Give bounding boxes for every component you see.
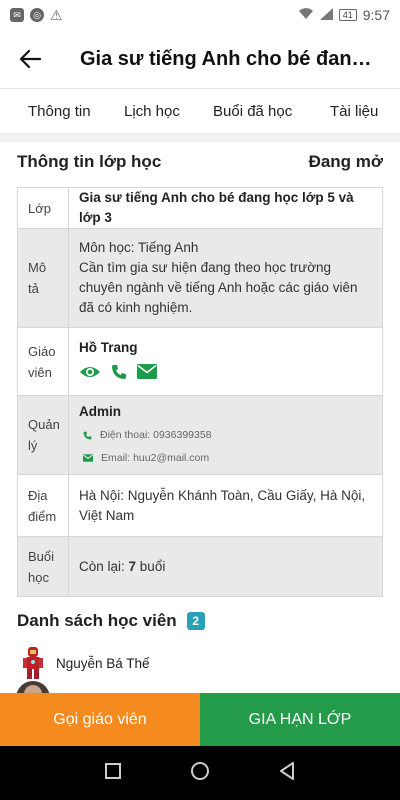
manager-phone: Điện thoại: 0936399358 [100, 429, 212, 441]
teacher-cell: Hồ Trang [69, 328, 382, 395]
eye-icon [80, 366, 100, 377]
tab-tai-lieu[interactable]: Tài liệu [330, 103, 378, 120]
location-value: Hà Nội: Nguyễn Khánh Toàn, Cầu Giấy, Hà … [79, 487, 366, 523]
class-info-title: Thông tin lớp học [17, 152, 162, 171]
view-teacher-button[interactable] [79, 365, 101, 385]
call-teacher-icon-button[interactable] [111, 364, 127, 386]
triangle-back-icon [280, 761, 295, 780]
tab-buoi-da-hoc[interactable]: Buổi đã học [213, 103, 292, 120]
row-dia-diem: Địa điểm Hà Nội: Nguyễn Khánh Toàn, Cầu … [18, 474, 382, 536]
subject-text: Môn học: Tiếng Anh [79, 240, 199, 255]
class-name-value: Gia sư tiếng Anh cho bé đang học lớp 5 v… [79, 190, 354, 225]
action-bar: Gọi giáo viên GIA HẠN LỚP [0, 693, 400, 746]
row-label: Lớp [18, 188, 69, 228]
tab-bar: Thông tin Lịch học Buổi đã học Tài liệu [0, 88, 400, 134]
class-info-heading: Thông tin lớp học Đang mở [17, 152, 383, 172]
row-giao-vien: Giáo viên Hồ Trang [18, 327, 382, 395]
back-button[interactable] [14, 43, 46, 75]
sessions-suffix: buổi [136, 558, 166, 574]
manager-cell: Admin Điện thoại: 0936399358 Email: huu2… [69, 396, 382, 474]
wifi-icon [298, 7, 314, 23]
back-nav-button[interactable] [279, 761, 295, 785]
call-teacher-button[interactable]: Gọi giáo viên [0, 693, 200, 746]
row-label: Giáo viên [18, 328, 69, 395]
manager-name: Admin [79, 404, 121, 419]
sessions-prefix: Còn lại: [79, 558, 129, 574]
row-label: Địa điểm [18, 475, 69, 536]
tab-thong-tin[interactable]: Thông tin [28, 103, 91, 120]
section-divider [0, 134, 400, 142]
row-mo-ta: Mô tả Môn học: Tiếng Anh Cần tìm gia sư … [18, 228, 382, 327]
avatar [23, 647, 43, 679]
manager-email: Email: huu2@mail.com [101, 452, 210, 464]
square-icon [104, 762, 121, 779]
status-bar: ✉ ◎ ⚠ 41 9:57 [0, 0, 400, 30]
class-status: Đang mở [308, 152, 383, 171]
sessions-cell: Còn lại: 7 buổi [69, 537, 382, 596]
list-item[interactable]: Nguyễn Bá Thế [22, 647, 150, 679]
recents-button[interactable] [104, 762, 121, 784]
teacher-name: Hồ Trang [79, 339, 138, 355]
phone-icon [112, 364, 126, 379]
row-label: Mô tả [18, 229, 69, 327]
circle-icon [190, 761, 209, 780]
class-info-table: Lớp Gia sư tiếng Anh cho bé đang học lớp… [17, 187, 383, 597]
email-teacher-button[interactable] [137, 364, 157, 385]
students-heading: Danh sách học viên 2 [17, 611, 205, 631]
sessions-remaining: Còn lại: 7 buổi [79, 557, 372, 577]
app-notification-icon: ✉ [10, 8, 24, 22]
row-label: Buổi học [18, 537, 69, 596]
sync-notification-icon: ◎ [30, 8, 44, 22]
renew-class-button[interactable]: GIA HẠN LỚP [200, 693, 400, 746]
clock: 9:57 [362, 7, 390, 23]
students-title: Danh sách học viên [17, 611, 177, 630]
row-buoi-hoc: Buổi học Còn lại: 7 buổi [18, 536, 382, 596]
manager-phone-row[interactable]: Điện thoại: 0936399358 [79, 425, 372, 445]
sessions-count: 7 [128, 558, 137, 574]
description-text: Cần tìm gia sư hiện đang theo học trường… [79, 260, 358, 315]
page-title: Gia sư tiếng Anh cho bé đang học lớp 5 v… [80, 47, 380, 70]
row-quan-ly: Quản lý Admin Điện thoại: 0936399358 Ema… [18, 395, 382, 474]
warning-icon: ⚠ [50, 6, 63, 23]
students-count-badge: 2 [186, 612, 205, 630]
system-nav-bar [0, 746, 400, 800]
row-label: Quản lý [18, 396, 69, 474]
envelope-icon [137, 364, 157, 379]
app-header: Gia sư tiếng Anh cho bé đang học lớp 5 v… [0, 30, 400, 88]
signal-icon [319, 7, 333, 23]
row-lop: Lớp Gia sư tiếng Anh cho bé đang học lớp… [18, 188, 382, 228]
description-cell: Môn học: Tiếng Anh Cần tìm gia sư hiện đ… [69, 229, 382, 327]
envelope-icon [83, 454, 93, 462]
battery-indicator: 41 [338, 9, 357, 21]
home-button[interactable] [190, 761, 210, 786]
student-name: Nguyễn Bá Thế [56, 655, 150, 671]
tab-lich-hoc[interactable]: Lịch học [124, 103, 180, 120]
manager-email-row[interactable]: Email: huu2@mail.com [79, 448, 372, 468]
arrow-left-icon [19, 50, 41, 68]
phone-icon [83, 431, 92, 439]
